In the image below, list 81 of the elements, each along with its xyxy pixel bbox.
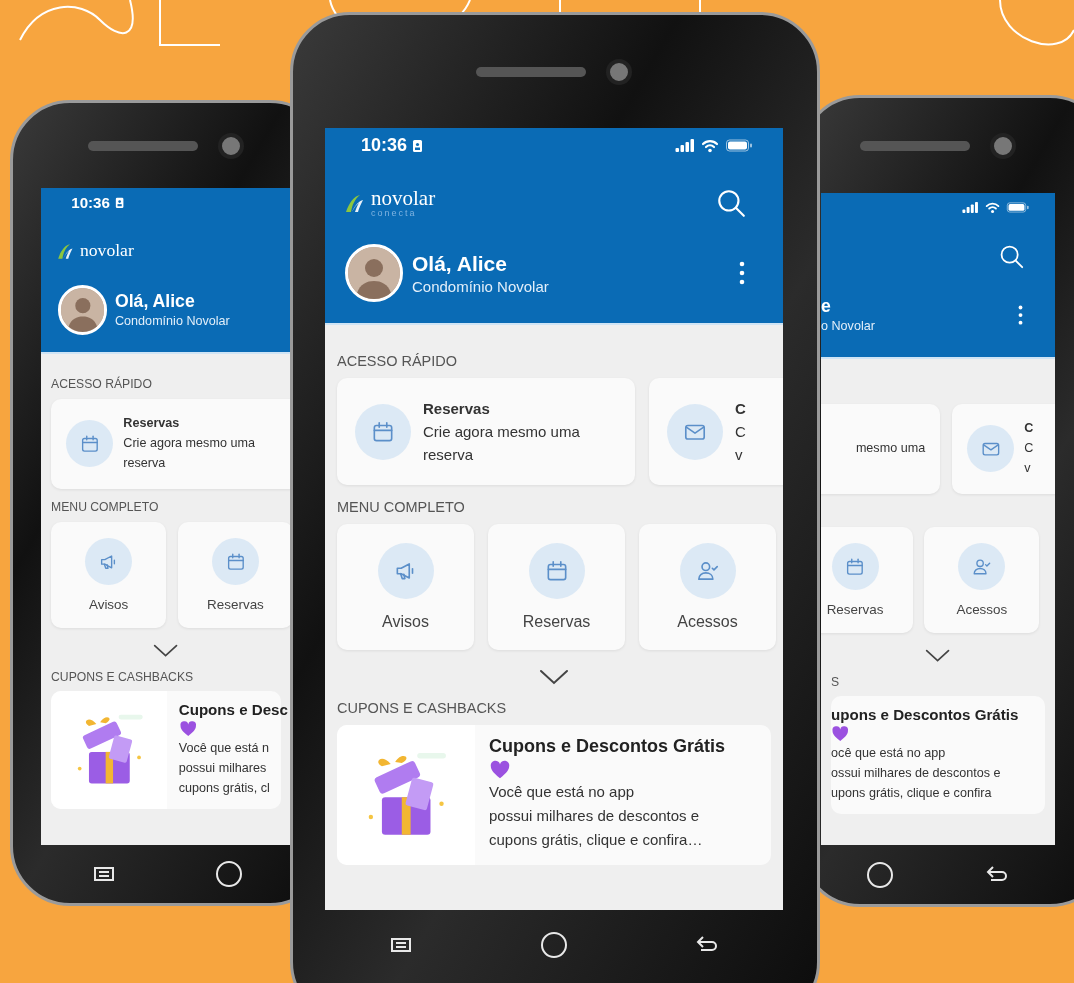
coupon-title: Cupons e Desc: [178, 699, 288, 720]
signal-icon: [675, 139, 695, 152]
status-time: 10:36: [361, 135, 408, 156]
heart-icon: [178, 719, 198, 738]
wifi-icon: [701, 138, 719, 153]
avatar-icon: [345, 244, 403, 302]
home-button[interactable]: [214, 860, 243, 888]
camera-lens: [990, 132, 1016, 159]
menu-tile[interactable]: Acessos: [639, 524, 776, 650]
logo-wordmark: novolar: [79, 242, 134, 260]
menu-tile[interactable]: Acessos: [924, 527, 1040, 633]
camera-lens: [606, 58, 632, 85]
greeting-title: Olá, Alice: [115, 291, 196, 313]
menu-tile[interactable]: Avisos: [337, 524, 474, 650]
quick-access-card[interactable]: mesmo uma: [821, 403, 941, 494]
quick-access-card[interactable]: C C v: [952, 403, 1055, 494]
chevron-down-icon[interactable]: [153, 642, 179, 659]
card-text: Crie agora mesmo uma: [123, 435, 255, 452]
card-title: Reservas: [423, 398, 491, 419]
condominium-name: Condomínio Novolar: [412, 277, 549, 295]
chevron-down-icon[interactable]: [925, 647, 951, 664]
coupon-text: cupons grátis, cl: [178, 780, 271, 798]
section-heading: CUPONS E CASHBACKS: [337, 700, 508, 716]
section-heading: ACESSO RÁPIDO: [51, 377, 153, 392]
coupon-card[interactable]: upons e Descontos Grátis ocê que está no app ossui milhares de descontos e upons grátis, clique e confira: [831, 696, 1045, 814]
coupon-text: Você que está n: [178, 739, 271, 757]
card-text: v: [735, 445, 744, 466]
card-text: v: [1024, 459, 1032, 477]
condominium-name: Condomínio Novolar: [115, 314, 230, 329]
coupon-text: ossui milhares de descontos e: [831, 765, 1002, 782]
coupon-text: cupons grátis, clique e confira…: [489, 830, 704, 851]
sim-card-icon: [114, 196, 125, 209]
heart-icon: [831, 724, 850, 743]
section-heading: ACESSO RÁPIDO: [337, 353, 459, 369]
card-title: C: [735, 398, 746, 419]
coupon-title: Cupons e Descontos Grátis: [489, 735, 726, 758]
home-button[interactable]: [865, 860, 894, 889]
section-heading: CUPONS E CASHBACKS: [51, 669, 195, 684]
coupon-text: possui milhares: [178, 760, 268, 777]
wifi-icon: [985, 201, 1001, 214]
condominium-name: o Novolar: [821, 319, 875, 334]
chevron-down-icon[interactable]: [539, 668, 569, 686]
card-text: C: [735, 421, 746, 442]
greeting-title: Olá, Alice: [412, 251, 508, 276]
menu-tile[interactable]: Reservas: [821, 527, 913, 633]
menu-tile[interactable]: Avisos: [51, 522, 167, 628]
coupon-title: upons e Descontos Grátis: [831, 704, 1019, 725]
signal-icon: [962, 202, 980, 214]
quick-access-card[interactable]: C C v: [649, 378, 783, 485]
heart-icon: [489, 758, 511, 781]
more-options-icon[interactable]: [739, 261, 745, 285]
section-heading: MENU COMPLETO: [51, 500, 160, 515]
coupon-text: possui milhares de descontos e: [489, 806, 701, 827]
camera-lens: [218, 132, 244, 159]
more-options-icon[interactable]: [1018, 304, 1024, 325]
section-heading: S: [831, 674, 841, 689]
battery-icon: [725, 139, 753, 152]
card-title: Reservas: [123, 415, 181, 433]
search-icon[interactable]: [715, 187, 747, 219]
coupon-card[interactable]: Cupons e Descontos Grátis Você que está no app possui milhares de descontos e cupons grátis, clique e confira…: [337, 725, 771, 865]
menu-tile[interactable]: Reservas: [488, 524, 625, 650]
card-text: Crie agora mesmo uma: [423, 421, 580, 442]
card-text: C: [1024, 440, 1034, 457]
logo-wordmark: novolar: [371, 188, 436, 209]
card-title: C: [1024, 420, 1034, 438]
card-text: mesmo uma: [855, 440, 926, 457]
battery-icon: [1006, 202, 1030, 214]
section-heading: MENU COMPLETO: [337, 499, 466, 515]
coupon-text: ocê que está no app: [831, 744, 947, 762]
greeting-title: e: [821, 296, 832, 318]
quick-access-card[interactable]: Reservas Crie agora mesmo uma reserva: [337, 378, 635, 485]
quick-access-card[interactable]: Reservas Crie agora mesmo uma reserva: [51, 398, 291, 489]
coupon-text: Você que está no app: [489, 782, 636, 803]
status-time: 10:36: [71, 194, 110, 212]
sim-card-icon: [412, 138, 424, 153]
menu-tile[interactable]: Reservas: [177, 522, 291, 628]
coupon-text: upons grátis, clique e confira: [831, 785, 993, 803]
logo-tagline: conecta: [371, 209, 417, 218]
card-text: reserva: [123, 454, 167, 472]
home-button[interactable]: [540, 931, 568, 959]
card-text: reserva: [423, 445, 475, 466]
